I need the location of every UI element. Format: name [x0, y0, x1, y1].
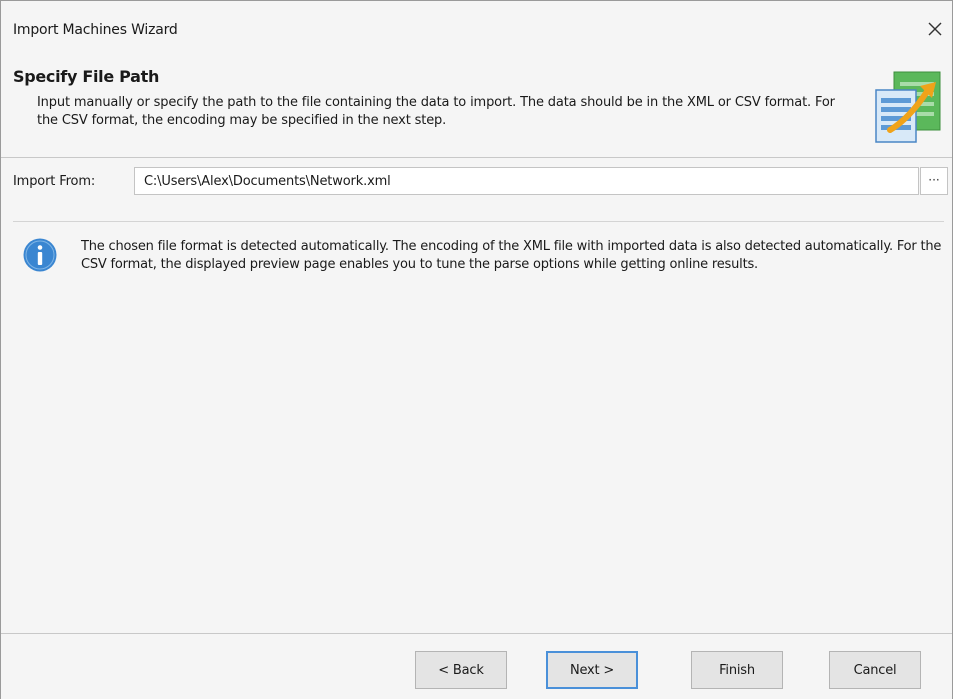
- close-icon: [928, 22, 942, 36]
- divider: [13, 221, 944, 222]
- wizard-footer: < Back Next > Finish Cancel: [1, 633, 952, 699]
- title-bar: Import Machines Wizard: [1, 1, 952, 55]
- next-button[interactable]: Next >: [546, 651, 638, 689]
- browse-button[interactable]: ···: [920, 167, 948, 195]
- back-button[interactable]: < Back: [415, 651, 507, 689]
- close-button[interactable]: [920, 15, 950, 43]
- info-message: The chosen file format is detected autom…: [81, 239, 942, 272]
- import-from-label: Import From:: [13, 174, 96, 189]
- finish-button[interactable]: Finish: [691, 651, 783, 689]
- import-spreadsheet-icon: [875, 71, 941, 143]
- page-title: Specify File Path: [13, 67, 160, 86]
- wizard-content: Import From: ··· The chosen file format …: [1, 158, 952, 633]
- page-description: Input manually or specify the path to th…: [37, 95, 835, 128]
- info-icon: [23, 238, 57, 272]
- window-title: Import Machines Wizard: [13, 22, 178, 38]
- cancel-button[interactable]: Cancel: [829, 651, 921, 689]
- import-wizard-window: Import Machines Wizard Specify File Path…: [0, 0, 953, 699]
- file-path-input[interactable]: [134, 167, 919, 195]
- wizard-header: Specify File Path Input manually or spec…: [1, 55, 952, 158]
